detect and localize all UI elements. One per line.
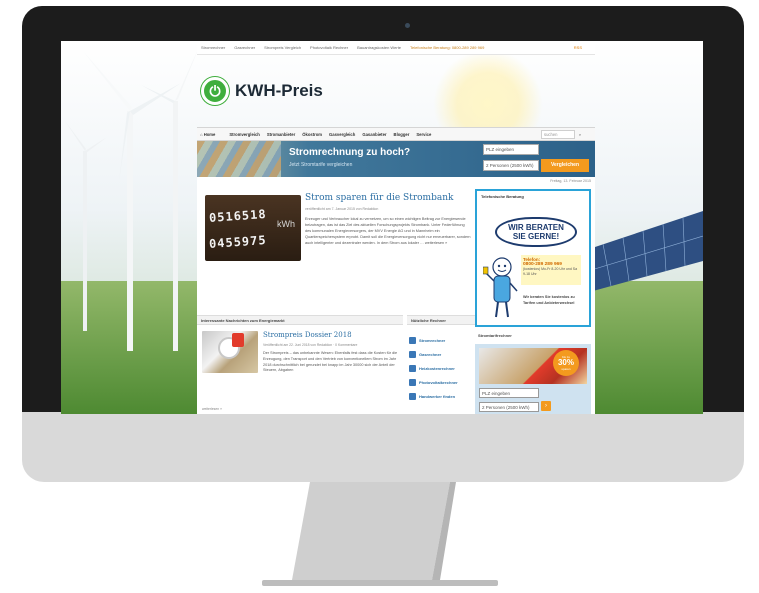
- solar-panels-illustration: [583, 211, 703, 291]
- savings-badge: bis zu 30% sparen: [553, 350, 579, 376]
- compare-button[interactable]: Vergleichen: [541, 159, 589, 172]
- featured-article-excerpt: Erzeuger und Verbraucher lokal zu vernet…: [305, 217, 471, 245]
- rss-link[interactable]: RSS: [574, 45, 582, 50]
- nav-item-oekostrom[interactable]: Ökostrom: [302, 132, 322, 137]
- hotline-text: Telefonische Beratung: 0800-289 289 969: [410, 45, 485, 50]
- banner-title: Stromrechnung zu hoch?: [289, 147, 411, 158]
- calculators-list: Stromrechner Gasrechner Heizkostenrechne…: [409, 333, 475, 403]
- plug-logo-icon[interactable]: ⏻: [201, 77, 229, 105]
- solar-icon: [409, 378, 416, 386]
- nav-item-home[interactable]: ⌂ Home: [200, 132, 222, 137]
- banner-subtitle: Jetzt Stromtarife vergleichen: [289, 162, 353, 168]
- featured-article-title[interactable]: Strom sparen für die Strombank: [305, 193, 453, 203]
- nav-label: Home: [203, 131, 216, 137]
- nav-item-stromanbieter[interactable]: Stromanbieter: [267, 132, 295, 137]
- wind-turbines-illustration: [65, 47, 199, 351]
- plug-icon: [232, 333, 244, 347]
- meter-unit: kWh: [277, 219, 295, 229]
- nav-item-gasanbieter[interactable]: Gasanbieter: [362, 132, 386, 137]
- header: ⏻ KWH-Preis: [197, 55, 595, 127]
- advice-text: Wir beraten Sie kostenlos zu Tarifen und…: [523, 295, 575, 305]
- tariff-plz-input[interactable]: PLZ eingeben: [479, 388, 539, 398]
- monitor-chin: [22, 412, 744, 482]
- calculator-label: Handwerker finden: [419, 393, 456, 399]
- topbar-link[interactable]: Photovoltaik Rechner: [310, 45, 348, 50]
- worker-icon: [409, 392, 416, 400]
- news-thumbnail[interactable]: [202, 331, 258, 373]
- site-logo-text[interactable]: KWH-Preis: [235, 81, 323, 101]
- tariff-persons-select[interactable]: 2 Personen (2500 kWh): [479, 402, 539, 412]
- topbar-link[interactable]: Strompreis Vergleich: [264, 45, 301, 50]
- banner-plz-input[interactable]: PLZ eingeben: [483, 144, 539, 155]
- calculators-heading: Nützliche Rechner: [407, 315, 475, 325]
- sidebar: Telefonische Beratung WIR BERATEN SIE GE…: [475, 189, 591, 414]
- phone-box: Telefon: 0800-289 289 969 (kostenlos) Mo…: [521, 255, 581, 285]
- calculator-link[interactable]: Heizkostenrechner: [409, 361, 475, 375]
- meter-digits: 0516518: [208, 207, 267, 225]
- bubble-line: WIR BERATEN: [508, 223, 564, 232]
- news-excerpt: Der Strompreis – das unbekannte Wesen: E…: [263, 351, 398, 373]
- content-area: 0516518 kWh 0455975 Strom sparen für die…: [197, 185, 595, 414]
- read-more-link[interactable]: weiterlesen »: [202, 407, 222, 411]
- calculator-link[interactable]: Handwerker finden: [409, 389, 475, 403]
- calculator-label: Heizkostenrechner: [419, 365, 455, 371]
- calculator-label: Stromrechner: [419, 337, 446, 343]
- money-image: [197, 141, 281, 177]
- calculator-link[interactable]: Stromrechner: [409, 333, 475, 347]
- phone-advice-widget: Telefonische Beratung WIR BERATEN SIE GE…: [475, 189, 591, 327]
- main-column: 0516518 kWh 0455975 Strom sparen für die…: [197, 185, 475, 414]
- phone-hours: (kostenlos) Mo-Fr 8-20 Uhr und Sa 9-18 U…: [523, 267, 578, 276]
- meter-digits: 0455975: [208, 233, 267, 251]
- gas-icon: [409, 350, 416, 358]
- search-input[interactable]: suchen: [541, 129, 575, 139]
- savings-badge-value: 30%: [557, 358, 574, 367]
- monitor-stand: [0, 482, 759, 593]
- advice-heading: Telefonische Beratung: [481, 194, 524, 199]
- calculator-link[interactable]: Photovoltaikrechner: [409, 375, 475, 389]
- calculator-label: Photovoltaikrechner: [419, 379, 458, 385]
- nav-item-stromvergleich[interactable]: Stromvergleich: [229, 132, 260, 137]
- speech-bubble: WIR BERATEN SIE GERNE!: [495, 217, 577, 247]
- go-arrow-icon[interactable]: ›: [541, 401, 551, 411]
- website: Stromrechner Gasrechner Strompreis Vergl…: [197, 41, 595, 414]
- tariff-calculator-widget: bis zu 30% sparen PLZ eingeben 2 Persone…: [475, 344, 591, 414]
- banner-persons-select[interactable]: 2 Personen (2500 kWh): [483, 160, 539, 171]
- electricity-meter-image[interactable]: 0516518 kWh 0455975: [205, 195, 301, 261]
- mascot-illustration: [483, 257, 518, 318]
- nav-item-blogger[interactable]: Blogger: [394, 132, 410, 137]
- heater-icon: [409, 364, 416, 372]
- calculator-link[interactable]: Gasrechner: [409, 347, 475, 361]
- top-bar: Stromrechner Gasrechner Strompreis Vergl…: [197, 41, 595, 55]
- topbar-link[interactable]: Gasrechner: [234, 45, 255, 50]
- calculator-icon: [409, 336, 416, 344]
- featured-article-meta: veröffentlicht am 7. Januar 2015 von Red…: [305, 207, 379, 211]
- featured-article: 0516518 kWh 0455975 Strom sparen für die…: [201, 189, 471, 289]
- tariff-calculator-heading: Stromtarifrechner: [478, 333, 512, 338]
- news-section-heading: Interessante Nachrichten zum Energiemark…: [197, 315, 403, 325]
- news-title[interactable]: Strompreis Dossier 2018: [263, 331, 352, 339]
- device-mockup: Stromrechner Gasrechner Strompreis Vergl…: [0, 0, 759, 593]
- topbar-link[interactable]: Bauantragskosten Werte: [357, 45, 401, 50]
- nav-item-service[interactable]: Service: [416, 132, 431, 137]
- bubble-line: SIE GERNE!: [512, 232, 560, 241]
- savings-badge-bottom: sparen: [561, 367, 571, 371]
- current-date: Freitag, 13. Februar 2015: [197, 177, 595, 185]
- search-icon[interactable]: ⌕: [575, 132, 585, 137]
- main-nav: ⌂ Home Stromvergleich Stromanbieter Ökos…: [197, 127, 595, 141]
- nav-item-gasvergleich[interactable]: Gasvergleich: [329, 132, 355, 137]
- hero-banner: Stromrechnung zu hoch? Jetzt Stromtarife…: [197, 141, 595, 177]
- screen: Stromrechner Gasrechner Strompreis Vergl…: [61, 41, 703, 414]
- webcam-icon: [405, 23, 410, 28]
- news-meta: Veröffentlicht am 22. Juni 2018 von Reda…: [263, 343, 358, 347]
- topbar-link[interactable]: Stromrechner: [201, 45, 225, 50]
- calculator-label: Gasrechner: [419, 351, 442, 357]
